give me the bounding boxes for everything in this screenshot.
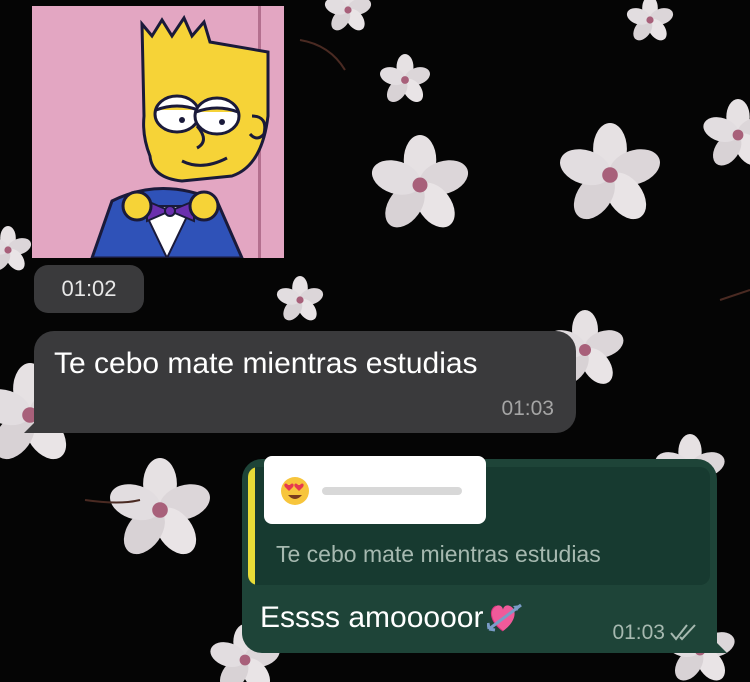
double-check-icon — [669, 621, 699, 648]
outgoing-message-text: Essss amooooor — [260, 601, 484, 634]
placeholder-line — [322, 487, 462, 495]
outgoing-message-text-row: Essss amooooor — [260, 599, 523, 643]
heart-eyes-emoji-icon — [280, 476, 310, 511]
incoming-message-time: 01:03 — [501, 397, 554, 420]
incoming-message-text: Te cebo mate mientras estudias — [54, 347, 478, 380]
heart-with-arrow-icon — [486, 601, 523, 643]
reply-quote-accent-bar — [248, 467, 255, 585]
bubble-tail — [24, 419, 38, 433]
bubble-tail — [713, 639, 727, 653]
reply-quote-text: Te cebo mate mientras estudias — [276, 541, 601, 567]
cartoon-boy-illustration — [32, 6, 284, 258]
sticker-timestamp: 01:02 — [34, 265, 144, 313]
incoming-message-bubble[interactable]: Te cebo mate mientras estudias 01:03 — [24, 331, 576, 433]
sticker-image[interactable] — [32, 6, 284, 258]
reply-preview-card — [264, 456, 486, 524]
outgoing-message-time: 01:03 — [612, 621, 665, 644]
